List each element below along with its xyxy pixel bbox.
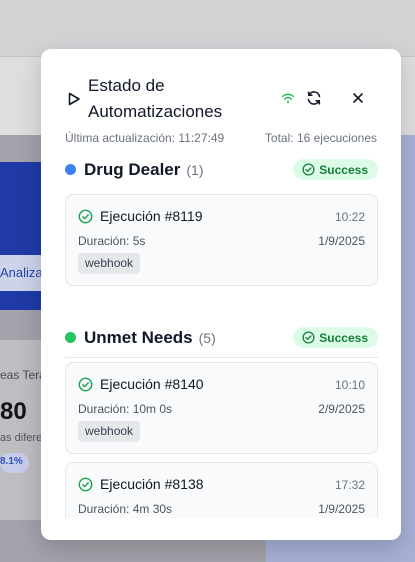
last-update-label: Última actualización: 11:27:49 bbox=[65, 131, 225, 145]
modal-title: Estado de Automatizaciones bbox=[88, 76, 223, 121]
execution-date: 2/9/2025 bbox=[318, 402, 365, 416]
execution-title: Ejecución #8119 bbox=[100, 208, 203, 224]
group-name: Unmet Needs (5) bbox=[84, 328, 216, 348]
execution-time: 10:22 bbox=[334, 210, 365, 224]
automation-group: Drug Dealer (1) Success Ejecución #8119 1… bbox=[65, 149, 378, 286]
background-card-number: 80 bbox=[0, 398, 27, 425]
background-card-badge: 8.1% bbox=[0, 453, 29, 473]
group-count: (1) bbox=[186, 162, 204, 178]
close-icon bbox=[353, 93, 363, 103]
check-circle-icon bbox=[78, 377, 93, 392]
check-circle-icon bbox=[302, 331, 315, 344]
check-circle-icon bbox=[78, 209, 93, 224]
background-card-desc: as difere bbox=[0, 432, 43, 444]
success-badge-label: Success bbox=[319, 162, 368, 177]
play-icon bbox=[68, 92, 80, 106]
success-badge: Success bbox=[293, 327, 378, 348]
execution-card[interactable]: Ejecución #8138 17:32 Duración: 4m 30s 1… bbox=[65, 462, 378, 518]
group-divider bbox=[65, 357, 378, 358]
background-analyze-label: Analiza bbox=[0, 265, 43, 280]
refresh-icon bbox=[307, 91, 321, 105]
execution-duration: Duración: 4m 30s bbox=[78, 502, 173, 516]
success-badge-label: Success bbox=[319, 330, 368, 345]
success-badge: Success bbox=[293, 159, 378, 180]
close-button[interactable] bbox=[347, 87, 369, 109]
modal-header: Estado de Automatizaciones Última actual… bbox=[41, 49, 401, 149]
execution-duration: Duración: 5s bbox=[78, 234, 146, 248]
execution-time: 10:10 bbox=[334, 378, 365, 392]
execution-duration: Duración: 10m 0s bbox=[78, 402, 173, 416]
group-count: (5) bbox=[198, 330, 216, 346]
execution-title: Ejecución #8138 bbox=[100, 476, 204, 492]
check-circle-icon bbox=[78, 477, 93, 492]
wifi-icon bbox=[281, 93, 295, 104]
execution-date: 1/9/2025 bbox=[318, 502, 365, 516]
execution-card[interactable]: Ejecución #8140 10:10 Duración: 10m 0s 2… bbox=[65, 362, 378, 454]
group-name-text: Drug Dealer bbox=[84, 160, 181, 179]
status-dot bbox=[65, 332, 76, 343]
group-header: Unmet Needs (5) Success bbox=[65, 317, 378, 357]
trigger-tag: webhook bbox=[78, 421, 141, 442]
group-name-text: Unmet Needs bbox=[84, 328, 193, 347]
total-executions-label: Total: 16 ejecuciones bbox=[264, 131, 377, 145]
group-header: Drug Dealer (1) Success bbox=[65, 149, 378, 189]
execution-title: Ejecución #8140 bbox=[100, 376, 204, 392]
trigger-tag: webhook bbox=[78, 253, 141, 274]
check-circle-icon bbox=[302, 163, 315, 176]
execution-card[interactable]: Ejecución #8119 10:22 Duración: 5s 1/9/2… bbox=[65, 194, 378, 286]
group-name: Drug Dealer (1) bbox=[84, 160, 204, 180]
execution-date: 1/9/2025 bbox=[318, 234, 365, 248]
execution-time: 17:32 bbox=[334, 478, 365, 492]
background-card-subtitle: eas Tera bbox=[0, 368, 46, 382]
automation-list[interactable]: Drug Dealer (1) Success Ejecución #8119 1… bbox=[41, 149, 401, 518]
automation-group: Unmet Needs (5) Success Ejecución #8140 1… bbox=[65, 317, 378, 518]
status-dot bbox=[65, 164, 76, 175]
refresh-button[interactable] bbox=[303, 87, 325, 109]
automation-status-modal: Estado de Automatizaciones Última actual… bbox=[41, 49, 401, 540]
